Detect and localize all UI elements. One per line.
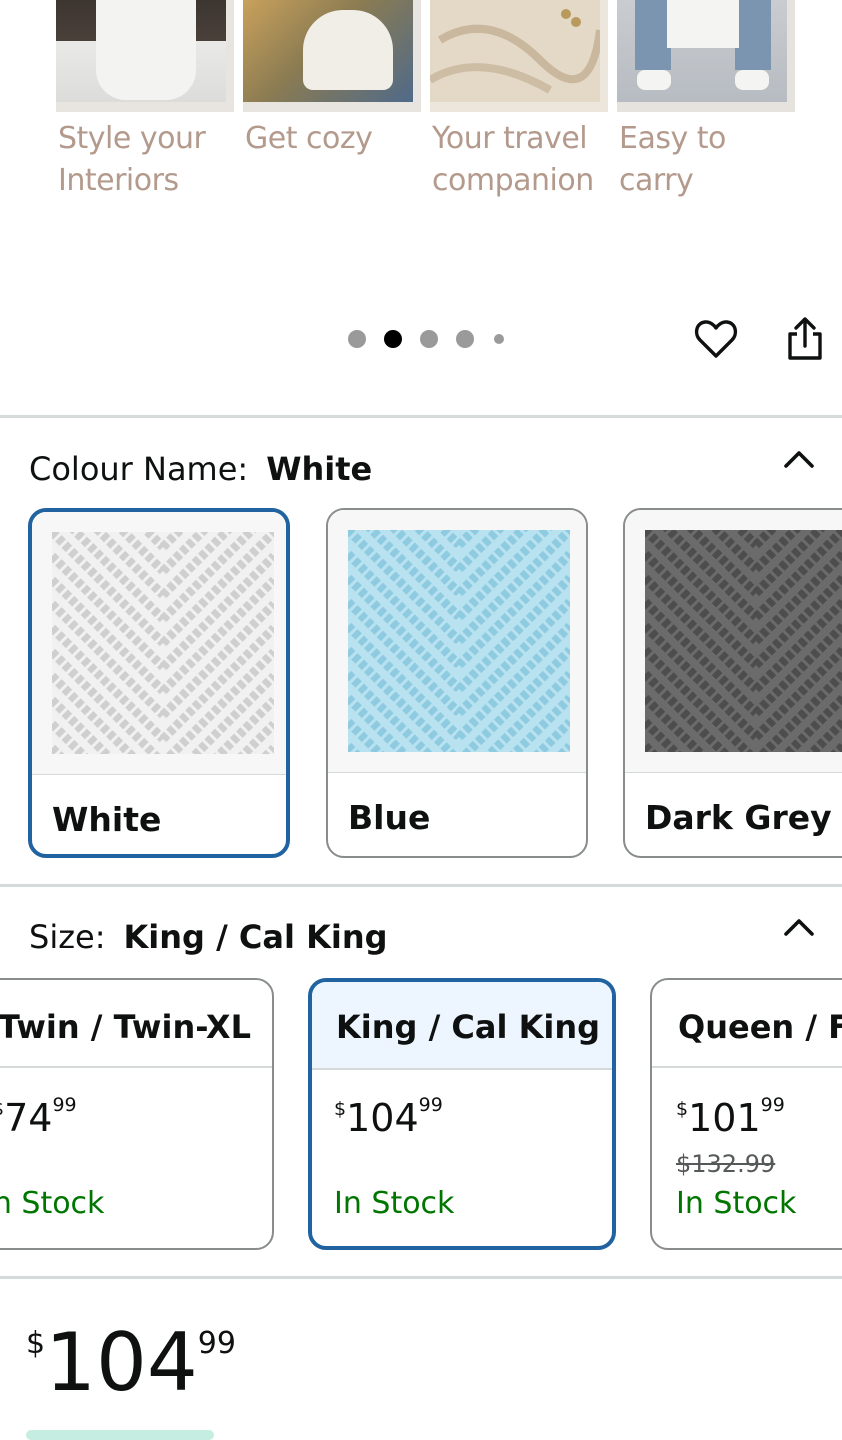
price-fraction: 99: [52, 1094, 77, 1116]
slide-caption: Style your Interiors: [58, 121, 206, 198]
currency-symbol: $: [676, 1098, 689, 1120]
carrying-tote-photo: [617, 0, 795, 112]
size-selected-value: King / Cal King: [123, 918, 388, 956]
page-dot[interactable]: [456, 330, 474, 348]
page-dot[interactable]: [348, 330, 366, 348]
size-label: Size:: [29, 918, 106, 956]
colour-label: Colour Name:: [29, 450, 249, 488]
heart-icon[interactable]: [692, 314, 740, 362]
colour-section-label: Colour Name: White: [29, 450, 372, 488]
size-option-header: King / Cal King: [312, 982, 612, 1070]
size-option-title: King / Cal King: [336, 1008, 601, 1046]
section-divider: [0, 415, 842, 418]
price-whole: 74: [4, 1096, 53, 1140]
size-option-header: Queen / F: [652, 980, 842, 1068]
colour-option-blue[interactable]: Blue: [326, 508, 588, 858]
throw-on-sofa-photo: [56, 0, 234, 112]
colour-option-dark-grey[interactable]: Dark Grey: [623, 508, 842, 858]
currency-symbol: $: [334, 1098, 347, 1120]
size-option-price: $10499: [334, 1094, 443, 1140]
page-dot-active[interactable]: [384, 330, 402, 348]
colour-option-label: Dark Grey: [645, 798, 832, 837]
currency-symbol: $: [0, 1098, 4, 1120]
list-price-strikethrough: $132.99: [676, 1150, 776, 1178]
chevron-up-icon[interactable]: [782, 448, 816, 470]
chevron-up-icon[interactable]: [782, 916, 816, 938]
dark-grey-knit-swatch: [625, 510, 842, 773]
white-knit-swatch: [32, 512, 286, 775]
price-whole: 104: [346, 1096, 419, 1140]
size-option-price: $7499: [0, 1094, 77, 1140]
availability-text: In Stock: [676, 1186, 797, 1221]
person-wrapped-in-throw-photo: [243, 0, 421, 112]
size-section-label: Size: King / Cal King: [29, 918, 388, 956]
colour-option-label: Blue: [348, 798, 431, 837]
price-fraction: 99: [760, 1094, 785, 1116]
size-option-title: Twin / Twin-XL: [0, 1008, 251, 1046]
price-fraction: 99: [197, 1326, 236, 1361]
page-dot[interactable]: [494, 334, 504, 344]
blue-knit-swatch: [328, 510, 586, 773]
bottom-accent-bar: [26, 1430, 214, 1440]
share-icon[interactable]: [782, 316, 828, 362]
colour-option-white[interactable]: White: [28, 508, 290, 858]
price-fraction: 99: [418, 1094, 443, 1116]
size-option-title: Queen / F: [678, 1008, 842, 1046]
current-price: $10499: [26, 1318, 236, 1408]
colour-option-label: White: [52, 800, 162, 839]
product-image-carousel[interactable]: Style your Interiors Get cozy Your trave…: [0, 0, 842, 360]
slide-caption: Get cozy: [245, 121, 373, 156]
price-whole: 104: [45, 1316, 198, 1409]
availability-text: In Stock: [334, 1186, 455, 1221]
slide-caption: Your travel companion: [432, 121, 594, 198]
currency-symbol: $: [26, 1326, 46, 1361]
price-whole: 101: [688, 1096, 761, 1140]
section-divider: [0, 884, 842, 887]
tote-bag-straps-photo: [430, 0, 608, 112]
section-divider: [0, 1276, 842, 1279]
page-dot[interactable]: [420, 330, 438, 348]
size-option-price: $10199: [676, 1094, 785, 1140]
slide-caption: Easy to carry: [619, 121, 726, 198]
size-option-header: Twin / Twin-XL: [0, 980, 272, 1068]
colour-selected-value: White: [266, 450, 373, 488]
availability-text: In Stock: [0, 1186, 105, 1221]
